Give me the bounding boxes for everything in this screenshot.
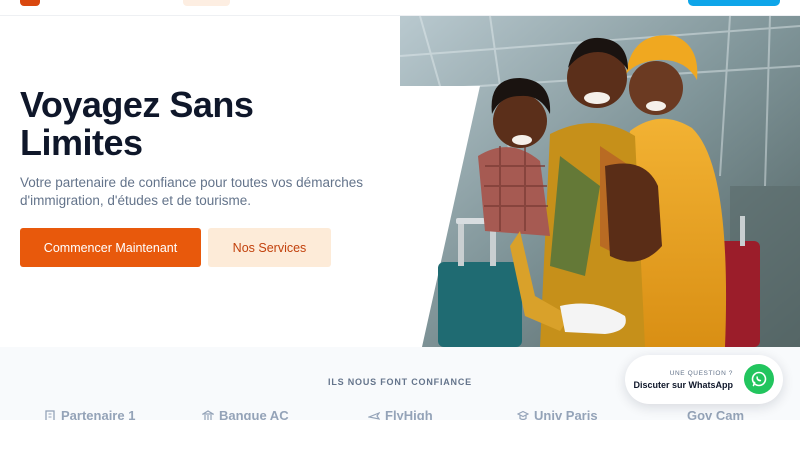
partner-logo: Gov Cam	[687, 408, 744, 420]
whatsapp-button[interactable]	[744, 364, 774, 394]
our-services-button[interactable]: Nos Services	[208, 228, 331, 267]
logo-icon[interactable]	[20, 0, 40, 6]
nav-icon[interactable]	[650, 0, 664, 4]
whatsapp-label: Discuter sur WhatsApp	[633, 380, 733, 390]
graduation-cap-icon	[517, 410, 529, 420]
partner-label: FlyHigh	[385, 408, 433, 420]
top-nav	[0, 0, 800, 16]
partner-label: Banque AC	[219, 408, 289, 420]
start-now-button[interactable]: Commencer Maintenant	[20, 228, 201, 267]
partner-label: Univ Paris	[534, 408, 598, 420]
whatsapp-question: UNE QUESTION ?	[669, 370, 733, 377]
partner-logo: Univ Paris	[517, 408, 598, 420]
nav-cta-button[interactable]	[688, 0, 780, 6]
partner-logo: Banque AC	[202, 408, 289, 420]
hero-subtitle: Votre partenaire de confiance pour toute…	[20, 175, 363, 208]
hero-title: Voyagez Sans Limites	[20, 84, 254, 163]
plane-icon	[368, 411, 380, 420]
partner-logo: FlyHigh	[368, 408, 433, 420]
hero-section: Voyagez Sans Limites Votre partenaire de…	[0, 16, 800, 347]
whatsapp-icon	[751, 371, 767, 387]
partner-label: Gov Cam	[687, 408, 745, 420]
nav-active-item[interactable]	[183, 0, 230, 6]
hero-family-photo	[400, 16, 800, 347]
building-icon	[45, 409, 55, 420]
bank-icon	[202, 409, 214, 420]
partner-label: Partenaire 1	[61, 408, 136, 420]
partner-logo: Partenaire 1	[44, 408, 135, 420]
